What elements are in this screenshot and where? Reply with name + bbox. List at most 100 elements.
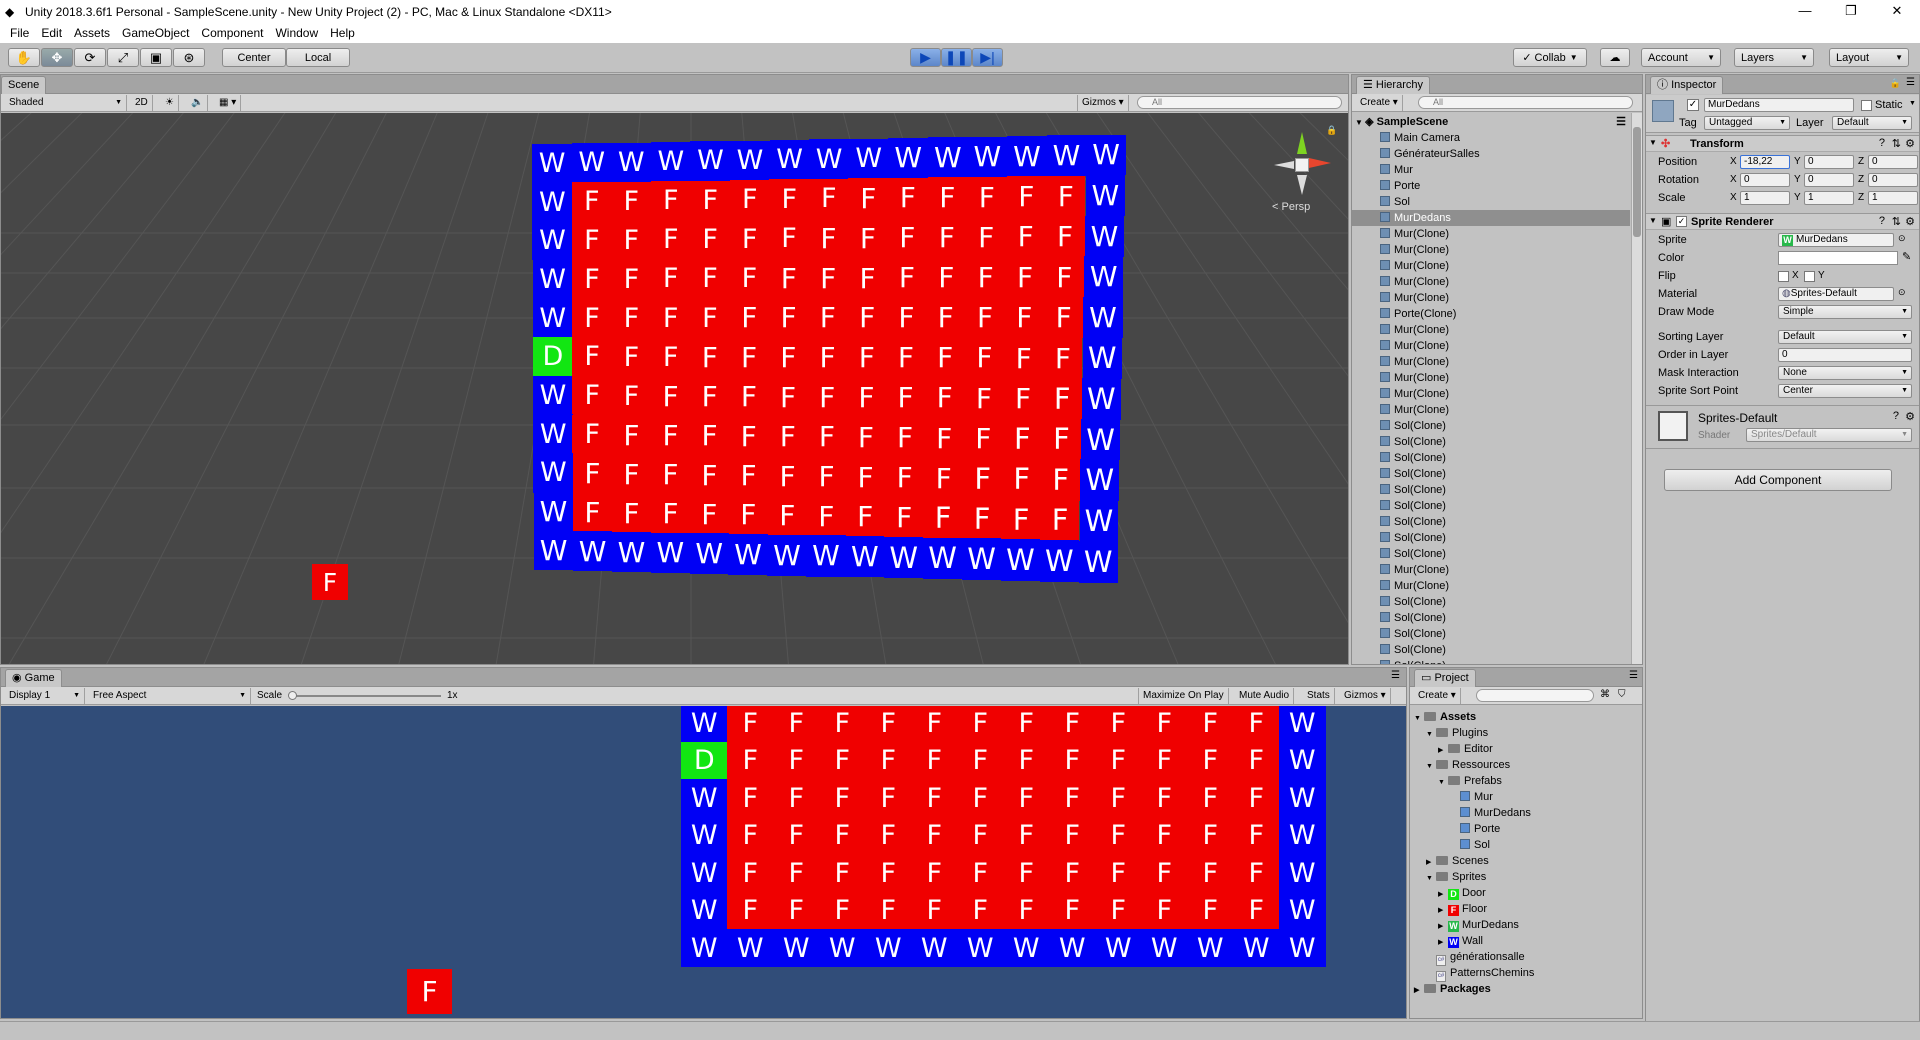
scene-floor-tile[interactable]: F [611, 415, 652, 456]
scene-floor-tile[interactable]: F [1040, 499, 1080, 542]
scene-floor-tile[interactable]: F [808, 297, 848, 339]
scene-floor-tile[interactable]: F [1045, 216, 1085, 258]
scene-floor-tile[interactable]: F [1042, 418, 1081, 460]
scene-wall-tile[interactable]: W [1086, 134, 1126, 176]
rotation-y-input[interactable]: 0 [1804, 173, 1854, 187]
hierarchy-item[interactable]: GénérateurSalles [1352, 146, 1630, 162]
scene-floor-tile[interactable]: F [572, 375, 613, 416]
panel-menu-icon[interactable]: ☰ [1629, 670, 1638, 681]
project-item[interactable]: ▶c#PatternsChemins [1410, 965, 1642, 982]
axis-y-label[interactable]: Y [1794, 174, 1801, 185]
scene-floor-tile[interactable]: F [689, 494, 730, 535]
scene-wall-tile[interactable]: W [928, 137, 968, 178]
scene-menu-icon[interactable]: ☰ [1616, 114, 1626, 130]
hierarchy-item[interactable]: Mur(Clone) [1352, 562, 1630, 578]
project-item[interactable]: ▶ W Wall [1410, 933, 1642, 949]
draw-mode-dropdown[interactable]: Simple ▼ [1778, 305, 1912, 319]
scene-floor-tile[interactable]: F [926, 257, 966, 298]
audio-icon[interactable]: 🔈 [187, 95, 209, 111]
scene-floor-tile[interactable]: F [728, 455, 769, 496]
hierarchy-item[interactable]: Mur(Clone) [1352, 370, 1630, 386]
project-item[interactable]: ▶ Editor [1410, 741, 1642, 757]
scale-y-input[interactable]: 1 [1804, 191, 1854, 205]
scene-wall-tile[interactable]: W [571, 143, 612, 183]
pivot-center-button[interactable]: Center [222, 48, 286, 67]
scale-x-input[interactable]: 1 [1740, 191, 1790, 205]
minimize-icon[interactable]: — [1782, 0, 1828, 23]
add-component-button[interactable]: Add Component [1664, 469, 1892, 491]
tab-hierarchy[interactable]: ☰ Hierarchy [1356, 76, 1430, 94]
axis-x-label[interactable]: X [1730, 156, 1737, 167]
scene-floor-tile[interactable]: F [690, 258, 730, 299]
rect-tool-button[interactable]: ▣ [140, 48, 172, 67]
hierarchy-item[interactable]: Mur(Clone) [1352, 290, 1630, 306]
scene-floor-tile[interactable]: F [572, 414, 613, 455]
scene-floor-tile[interactable]: F [927, 217, 967, 258]
axis-x-label[interactable]: X [1730, 192, 1737, 203]
scene-wall-tile[interactable]: W [532, 182, 573, 222]
scene-floor-tile[interactable]: F [572, 337, 613, 377]
menu-component[interactable]: Component [195, 26, 269, 40]
cloud-button[interactable]: ☁ [1600, 48, 1630, 67]
hierarchy-item[interactable]: Mur(Clone) [1352, 354, 1630, 370]
hierarchy-item[interactable]: Mur(Clone) [1352, 338, 1630, 354]
scene-wall-tile[interactable]: W [728, 534, 768, 575]
effects-icon[interactable]: ▦ ▾ [215, 95, 242, 111]
scene-floor-tile[interactable]: F [650, 298, 691, 338]
scale-z-input[interactable]: 1 [1868, 191, 1918, 205]
hierarchy-search-input[interactable]: All [1418, 96, 1633, 109]
project-item[interactable]: ▶ Scenes [1410, 853, 1642, 869]
project-create-button[interactable]: Create ▾ [1414, 688, 1461, 704]
tab-scene[interactable]: Scene [1, 76, 47, 94]
scene-floor-tile[interactable]: F [689, 337, 730, 378]
project-item[interactable]: ▶MurDedans [1410, 805, 1642, 821]
scene-wall-tile[interactable]: W [533, 491, 574, 532]
scene-wall-tile[interactable]: W [962, 538, 1001, 580]
project-item[interactable]: ▶Sol [1410, 837, 1642, 853]
panel-menu-icon[interactable]: ☰ [1906, 77, 1915, 88]
scene-wall-tile[interactable]: W [1085, 175, 1125, 217]
hierarchy-item[interactable]: MurDedans [1352, 210, 1630, 226]
scene-floor-tile[interactable]: F [769, 218, 809, 259]
scene-wall-tile[interactable]: W [1039, 539, 1079, 582]
hand-tool-button[interactable]: ✋ [8, 48, 40, 67]
sprite-renderer-enabled-checkbox[interactable]: ✓ [1676, 216, 1687, 227]
scene-floor-tile[interactable]: F [808, 258, 848, 299]
scene-floor-tile[interactable]: F [927, 177, 968, 218]
scene-floor-tile[interactable]: F [964, 377, 1004, 419]
menu-gameobject[interactable]: GameObject [116, 26, 195, 40]
persp-label[interactable]: < Persp [1272, 201, 1310, 213]
scene-wall-tile[interactable]: W [767, 534, 807, 576]
scene-wall-tile[interactable]: W [690, 141, 731, 181]
scene-floor-tile[interactable]: F [1042, 378, 1082, 420]
gizmos-dropdown[interactable]: Gizmos ▾ [1077, 95, 1129, 111]
tab-game[interactable]: ◉ Game [5, 669, 62, 687]
hierarchy-item[interactable]: Main Camera [1352, 130, 1630, 146]
scene-floor-tile[interactable]: F [768, 337, 809, 378]
project-item[interactable]: ▼ Plugins [1410, 725, 1642, 741]
hierarchy-item[interactable]: Mur(Clone) [1352, 402, 1630, 418]
scene-floor-tile[interactable]: F [847, 297, 887, 339]
scene-floor-tile[interactable]: F [923, 497, 963, 539]
hierarchy-item[interactable]: Mur [1352, 162, 1630, 178]
scene-wall-tile[interactable]: W [1001, 539, 1040, 581]
hierarchy-item[interactable]: Mur(Clone) [1352, 258, 1630, 274]
filter-type-icon[interactable]: ⌘ [1600, 689, 1610, 700]
scene-floor-tile[interactable]: F [611, 259, 652, 299]
scene-floor-tile[interactable]: F [1005, 256, 1045, 298]
flip-x-checkbox[interactable] [1778, 271, 1789, 282]
scene-wall-tile[interactable]: W [533, 453, 574, 493]
scene-floor-tile[interactable]: F [967, 176, 1007, 218]
project-item[interactable]: ▶ Packages [1410, 981, 1642, 997]
position-z-input[interactable]: 0 [1868, 155, 1918, 169]
scene-floor-tile[interactable]: F [887, 257, 927, 299]
sprite-renderer-header[interactable]: ▼ ▣ ✓ Sprite Renderer ? ⇅ ⚙ [1646, 213, 1919, 230]
scene-floor-tile[interactable]: F [650, 181, 691, 221]
scene-floor-tile[interactable]: F [1041, 458, 1081, 501]
hierarchy-item[interactable]: Sol [1352, 194, 1630, 210]
sprite-field[interactable]: W MurDedans [1778, 233, 1894, 247]
hierarchy-item[interactable]: Mur(Clone) [1352, 242, 1630, 258]
layout-dropdown[interactable]: Layout ▼ [1829, 48, 1909, 67]
material-field[interactable]: ◍Sprites-Default [1778, 287, 1894, 301]
transform-tool-button[interactable]: ⊛ [173, 48, 205, 67]
